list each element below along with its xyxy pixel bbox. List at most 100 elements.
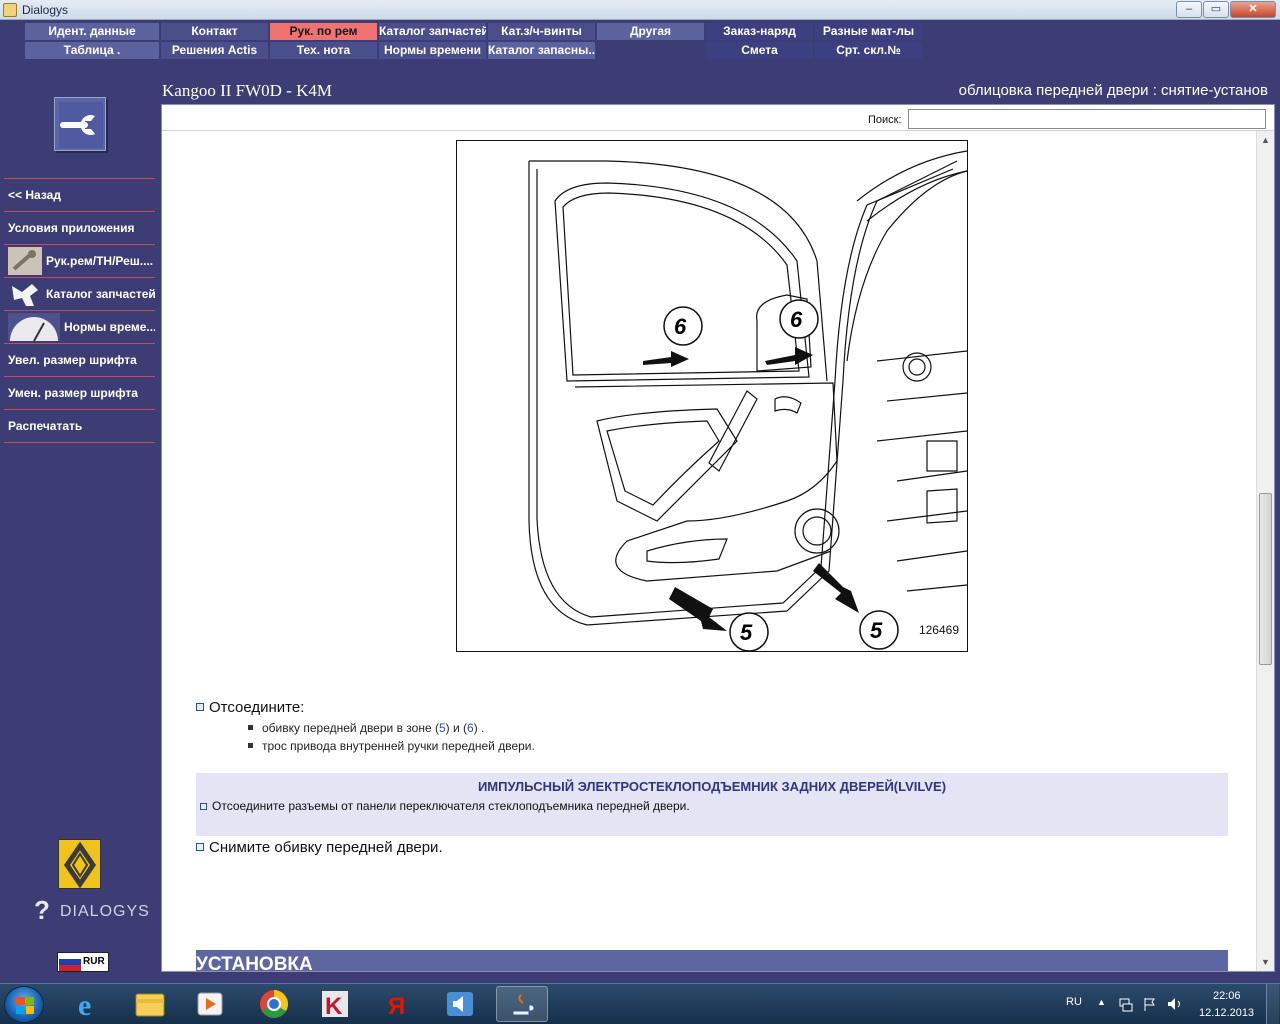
menu-other[interactable]: Другая [597, 23, 704, 40]
note-box: ИМПУЛЬСНЫЙ ЭЛЕКТРОСТЕКЛОПОДЪЕМНИК ЗАДНИХ… [196, 773, 1228, 836]
note-heading: ИМПУЛЬСНЫЙ ЭЛЕКТРОСТЕКЛОПОДЪЕМНИК ЗАДНИХ… [477, 779, 947, 794]
sidebar-font-bigger[interactable]: Увел. размер шрифта [4, 343, 155, 376]
search-input[interactable] [908, 109, 1266, 129]
menu-estimate[interactable]: Смета [706, 42, 813, 59]
figure-number: 126469 [918, 623, 959, 637]
sidebar-repair-manual[interactable]: Рук.рем/TH/Реш.... [4, 244, 155, 277]
clock-date[interactable]: 12.12.2013 [1199, 1007, 1254, 1019]
clock-icon [8, 313, 60, 341]
scroll-down-icon[interactable]: ▼ [1261, 957, 1270, 967]
taskbar-java[interactable] [496, 986, 548, 1022]
sidebar-app-conditions[interactable]: Условия приложения [4, 211, 155, 244]
menu-contact[interactable]: Контакт [161, 23, 268, 40]
sidebar-back[interactable]: << Назад [4, 178, 155, 211]
currency-badge[interactable]: RUR [57, 952, 109, 972]
scroll-up-icon[interactable]: ▲ [1261, 135, 1270, 145]
clock-time[interactable]: 22:06 [1213, 990, 1241, 1002]
renault-logo [58, 839, 101, 889]
callout-5a: 5 [740, 620, 753, 645]
menu-actis-solutions[interactable]: Решения Actis [161, 42, 268, 59]
callout-6b: 6 [790, 307, 803, 332]
door-drawing [528, 150, 968, 652]
step-disconnect-text: Отсоедините: [209, 699, 305, 716]
sidebar-font-smaller[interactable]: Умен. размер шрифта [4, 376, 155, 409]
sidebar-item-label: Каталог запчастей [46, 287, 155, 301]
step-bullet-icon [196, 703, 204, 711]
windows-flag-icon [16, 997, 34, 1014]
minimize-button[interactable]: – [1176, 1, 1202, 18]
network-icon[interactable] [1118, 996, 1134, 1012]
sidebar-labor-times[interactable]: Нормы време... [4, 310, 155, 343]
input-language[interactable]: RU [1066, 996, 1082, 1008]
sidebar-divider [4, 442, 155, 443]
step-bullet-icon [200, 803, 207, 810]
sidebar-item-label: Увел. размер шрифта [8, 353, 137, 367]
taskbar-explorer[interactable] [124, 986, 176, 1022]
scroll-thumb[interactable] [1259, 493, 1272, 665]
svg-text:e: e [78, 989, 91, 1022]
renault-diamond-icon [63, 841, 97, 889]
start-button[interactable] [4, 986, 44, 1023]
taskbar-kaspersky[interactable]: K [310, 986, 362, 1022]
top-menu: Идент. данные Контакт Рук. по рем Катало… [0, 20, 1280, 82]
substep-trim-post: ) . [473, 721, 485, 735]
kaspersky-icon: K [322, 991, 348, 1020]
menu-stock[interactable]: Срт. скл.№ [815, 42, 922, 59]
menu-ident-data[interactable]: Идент. данные [25, 23, 159, 40]
volume-icon[interactable] [1166, 996, 1184, 1012]
menu-labor-times[interactable]: Нормы времени [379, 42, 486, 59]
brand-name: DIALOGYS [60, 903, 150, 920]
menu-spare-catalog[interactable]: Каталог запасны... [488, 42, 595, 59]
taskbar-chrome[interactable] [248, 986, 300, 1022]
menu-tech-note[interactable]: Тех. нота [270, 42, 377, 59]
callout-6a: 6 [674, 314, 687, 339]
sidebar-item-label: Нормы време... [64, 320, 155, 334]
search-label: Поиск: [868, 114, 902, 126]
menu-repair-manual[interactable]: Рук. по рем [270, 23, 377, 40]
menu-misc-materials[interactable]: Разные мат-лы [815, 23, 922, 40]
taskbar-yandex[interactable]: Я [372, 986, 424, 1022]
sidebar-print[interactable]: Распечатать [4, 409, 155, 442]
ref-link-5[interactable]: 5 [439, 721, 446, 735]
menu-work-order[interactable]: Заказ-наряд [706, 23, 813, 40]
tray-expand-icon[interactable]: ▲ [1097, 997, 1106, 1007]
bullet-square-icon [248, 725, 253, 730]
taskbar-media[interactable] [184, 986, 236, 1022]
substep-cable: трос привода внутренней ручки передней д… [248, 739, 535, 753]
sidebar-item-label: Условия приложения [8, 221, 135, 235]
media-player-icon [197, 992, 223, 1016]
step-bullet-icon [196, 843, 204, 851]
callout-5b: 5 [870, 618, 883, 643]
menu-parts-screws[interactable]: Кат.з/ч-винты [488, 23, 595, 40]
taskbar-ie[interactable]: e [62, 986, 114, 1022]
bullet-square-icon [248, 743, 253, 748]
menu-parts-catalog[interactable]: Каталог запчастей [379, 23, 486, 40]
install-heading: УСТАНОВКА [196, 954, 313, 972]
vertical-scrollbar[interactable]: ▲ ▼ [1256, 131, 1274, 971]
currency-label: RUR [83, 956, 105, 967]
sidebar-parts-catalog[interactable]: Каталог запчастей [4, 277, 155, 310]
maximize-button[interactable]: ▭ [1203, 1, 1229, 18]
close-button[interactable]: ✕ [1230, 1, 1276, 18]
window-titlebar: Dialogys – ▭ ✕ [0, 0, 1280, 20]
substep-cable-text: трос привода внутренней ручки передней д… [262, 739, 535, 753]
door-trim-diagram: 6 6 5 5 126469 [456, 140, 968, 652]
svg-text:K: K [325, 993, 343, 1020]
substep-trim-pre: обивку передней двери в зоне ( [262, 721, 439, 735]
step-disconnect: Отсоедините: [196, 699, 304, 716]
taskbar-speaker-app[interactable] [434, 986, 486, 1022]
sidebar-item-label: Умен. размер шрифта [8, 386, 138, 400]
repair-module-logo [54, 97, 106, 151]
show-desktop-button[interactable] [1266, 984, 1279, 1024]
svg-text:Я: Я [388, 993, 405, 1020]
note-text: Отсоедините разъемы от панели переключат… [200, 799, 690, 813]
vehicle-title: Kangoo II FW0D - K4M [162, 81, 332, 100]
window-title: Dialogys [22, 3, 69, 17]
action-center-icon[interactable] [1142, 996, 1158, 1012]
ref-link-6[interactable]: 6 [467, 721, 474, 735]
ie-icon: e [78, 989, 91, 1022]
menu-table[interactable]: Таблица . [25, 42, 159, 59]
step-remove-text: Снимите обивку передней двери. [209, 839, 443, 856]
wrench-icon [8, 247, 42, 275]
folder-icon [135, 993, 165, 1017]
